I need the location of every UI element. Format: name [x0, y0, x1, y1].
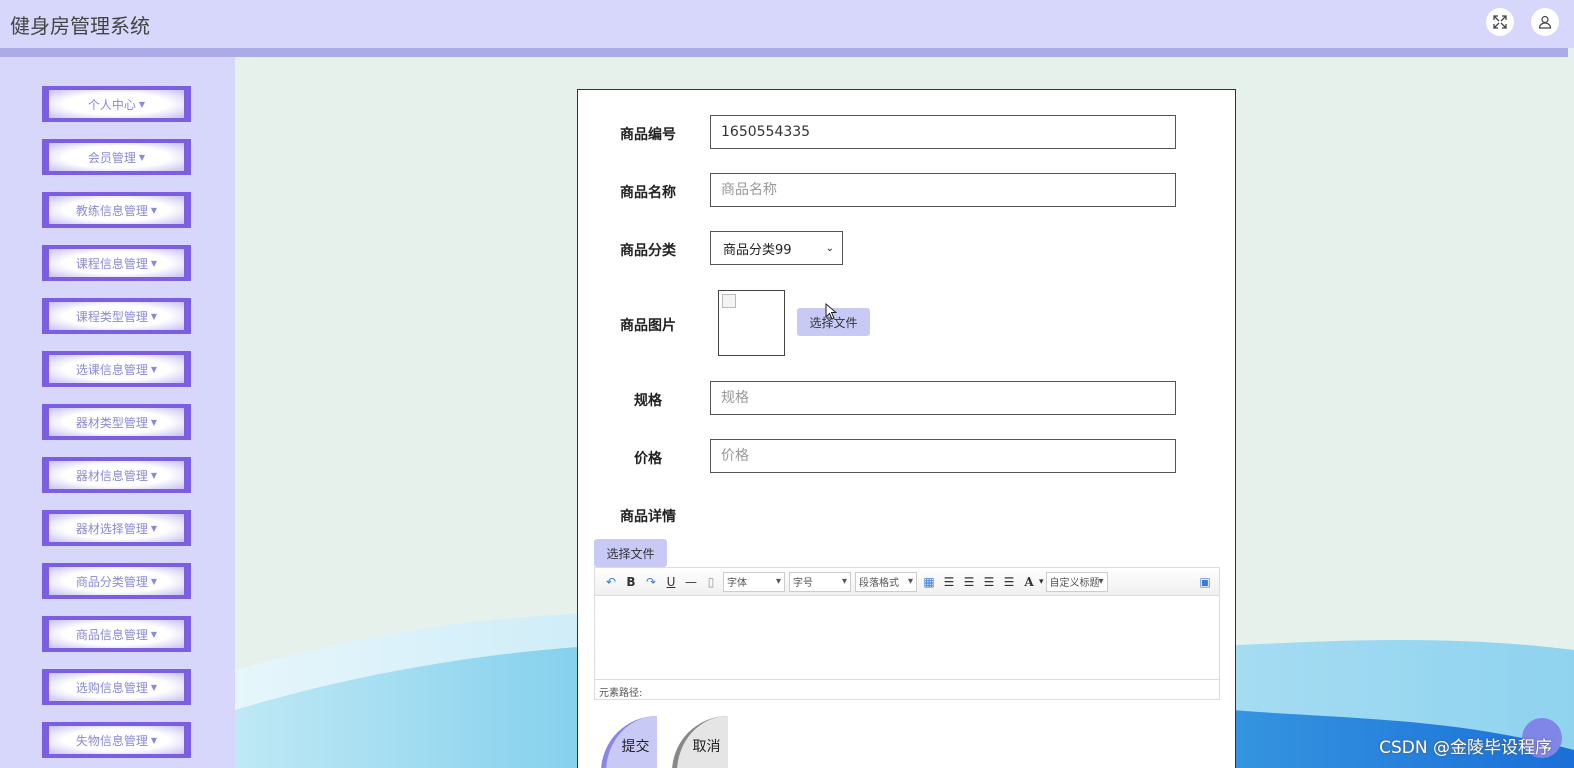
- paragraph-format-select[interactable]: 段落格式 ▾: [855, 571, 917, 592]
- paste-icon[interactable]: ▯: [701, 575, 721, 589]
- watermark: CSDN @金陵毕设程序: [1379, 738, 1552, 758]
- align-left-icon[interactable]: ☰: [939, 575, 959, 589]
- selected-category: 商品分类99: [723, 242, 792, 258]
- product-code-label: 商品编号: [620, 127, 676, 143]
- table-icon[interactable]: ▦: [919, 575, 939, 589]
- sidebar-item-courses[interactable]: 课程信息管理 ▼: [42, 245, 191, 281]
- expand-icon: [1493, 15, 1507, 29]
- sidebar-item-course-selection[interactable]: 选课信息管理 ▼: [42, 351, 191, 387]
- caret-down-icon: ▼: [150, 523, 158, 533]
- sidebar-item-product-categories[interactable]: 商品分类管理 ▼: [42, 563, 191, 599]
- bold-icon[interactable]: B: [621, 575, 641, 589]
- caret-down-icon: ▼: [150, 311, 158, 321]
- sidebar-item-personal-center[interactable]: 个人中心 ▼: [42, 86, 191, 122]
- sidebar-item-course-types[interactable]: 课程类型管理 ▼: [42, 298, 191, 334]
- product-name-label: 商品名称: [620, 185, 676, 201]
- spec-label: 规格: [634, 393, 662, 409]
- editor-toolbar: ↶ B ↷ U — ▯ 字体 ▾ 字号 ▾ 段落格式 ▾ ▦ ☰ ☰ ☰ ☰ A ▾ …: [595, 568, 1219, 596]
- align-right-icon[interactable]: ☰: [959, 575, 979, 589]
- caret-down-icon: ▼: [150, 417, 158, 427]
- mouse-cursor-icon: [825, 303, 837, 320]
- detail-choose-file-button[interactable]: 选择文件: [594, 539, 667, 567]
- sidebar-item-members[interactable]: 会员管理 ▼: [42, 139, 191, 175]
- product-detail-label: 商品详情: [620, 509, 676, 525]
- top-header: 健身房管理系统: [0, 0, 1574, 48]
- sidebar-item-purchases[interactable]: 选购信息管理 ▼: [42, 669, 191, 705]
- caret-down-icon: ▾: [1098, 576, 1104, 587]
- align-center-icon[interactable]: ☰: [979, 575, 999, 589]
- caret-down-icon: ▼: [138, 99, 146, 109]
- user-icon: [1538, 15, 1552, 29]
- caret-down-icon: ▼: [150, 470, 158, 480]
- caret-down-icon: ▼: [150, 682, 158, 692]
- redo-icon[interactable]: ↷: [641, 575, 661, 589]
- product-category-select[interactable]: 商品分类99 ⌄: [710, 231, 843, 265]
- app-title: 健身房管理系统: [10, 14, 150, 38]
- product-category-label: 商品分类: [620, 243, 676, 259]
- price-label: 价格: [634, 451, 662, 467]
- horizontal-rule-icon[interactable]: —: [681, 575, 701, 589]
- user-button[interactable]: [1531, 8, 1559, 36]
- preview-icon[interactable]: ▣: [1195, 575, 1215, 589]
- sidebar-item-equipment-info[interactable]: 器材信息管理 ▼: [42, 457, 191, 493]
- product-image-preview: [718, 290, 785, 356]
- sidebar-item-equipment-types[interactable]: 器材类型管理 ▼: [42, 404, 191, 440]
- undo-icon[interactable]: ↶: [601, 575, 621, 589]
- sidebar-item-coaches[interactable]: 教练信息管理 ▼: [42, 192, 191, 228]
- caret-down-icon[interactable]: ▾: [1039, 577, 1044, 587]
- caret-down-icon: ▼: [150, 258, 158, 268]
- underline-icon[interactable]: U: [661, 575, 681, 589]
- caret-down-icon: ▼: [150, 364, 158, 374]
- caret-down-icon: ▼: [150, 576, 158, 586]
- sidebar: 个人中心 ▼ 会员管理 ▼ 教练信息管理 ▼ 课程信息管理 ▼ 课程类型管理 ▼ 选课信息…: [0, 57, 235, 768]
- broken-image-icon: [722, 294, 736, 308]
- caret-down-icon: ▼: [150, 629, 158, 639]
- editor-element-path: 元素路径:: [595, 679, 1219, 699]
- caret-down-icon: ▼: [138, 152, 146, 162]
- caret-down-icon: ▼: [150, 205, 158, 215]
- sidebar-item-product-info[interactable]: 商品信息管理 ▼: [42, 616, 191, 652]
- caret-down-icon: ▾: [775, 576, 781, 587]
- product-name-input[interactable]: [710, 173, 1176, 207]
- rich-text-editor: ↶ B ↷ U — ▯ 字体 ▾ 字号 ▾ 段落格式 ▾ ▦ ☰ ☰ ☰ ☰ A ▾ …: [594, 567, 1220, 700]
- fullscreen-button[interactable]: [1486, 8, 1514, 36]
- align-justify-icon[interactable]: ☰: [999, 575, 1019, 589]
- editor-content-area[interactable]: [595, 596, 1219, 679]
- product-code-input[interactable]: [710, 115, 1176, 149]
- caret-down-icon: ▾: [907, 576, 913, 587]
- sidebar-item-lost-found[interactable]: 失物信息管理 ▼: [42, 722, 191, 758]
- font-family-select[interactable]: 字体 ▾: [723, 571, 785, 592]
- caret-down-icon: ▾: [841, 576, 847, 587]
- font-size-select[interactable]: 字号 ▾: [789, 571, 851, 592]
- caret-down-icon: ▼: [150, 735, 158, 745]
- price-input[interactable]: [710, 439, 1176, 473]
- spec-input[interactable]: [710, 381, 1176, 415]
- sidebar-item-equipment-selection[interactable]: 器材选择管理 ▼: [42, 510, 191, 546]
- header-divider: [0, 48, 1568, 57]
- custom-title-select[interactable]: 自定义标题 ▾: [1045, 571, 1108, 592]
- chevron-down-icon: ⌄: [825, 242, 834, 254]
- font-color-icon[interactable]: A: [1019, 575, 1039, 589]
- product-image-label: 商品图片: [620, 318, 676, 334]
